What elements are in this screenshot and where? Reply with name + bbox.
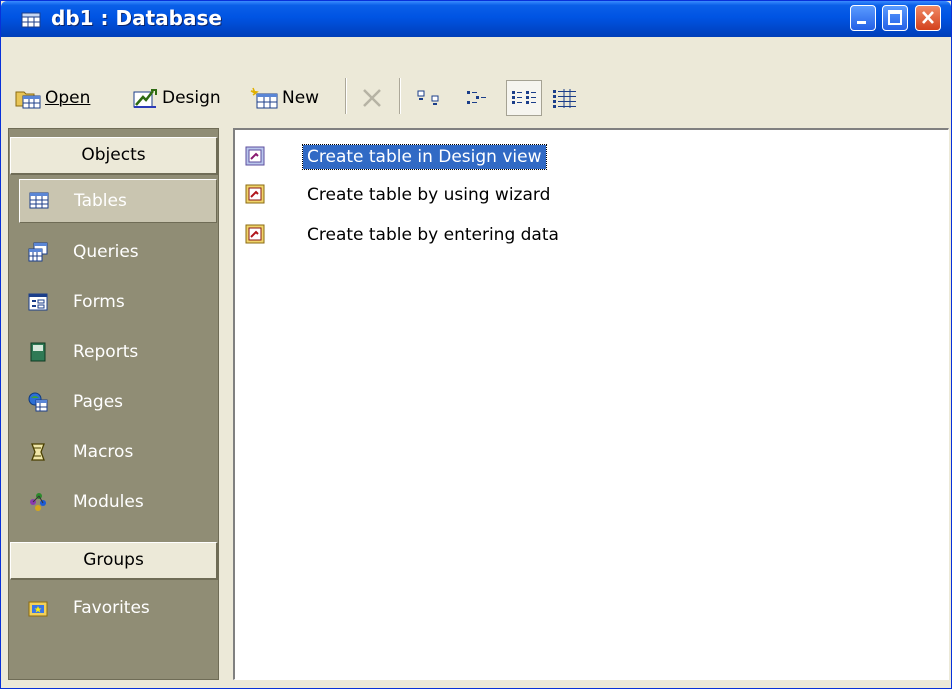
details-view-icon <box>553 89 576 108</box>
list-item-label: Create table in Design view <box>302 144 547 170</box>
sidebar-item-reports[interactable]: Reports <box>19 330 217 374</box>
list-item-create-design-view[interactable]: Create table in Design view <box>243 143 547 171</box>
list-view-icon <box>512 91 536 104</box>
wizard-shortcut-icon <box>245 184 265 204</box>
maximize-button[interactable] <box>882 5 908 31</box>
small-icons-button[interactable] <box>463 83 493 113</box>
maximize-icon <box>888 10 902 25</box>
sidebar-item-label: Reports <box>73 342 139 362</box>
delete-icon <box>363 89 381 107</box>
sidebar-item-label: Queries <box>73 242 139 262</box>
title-bar[interactable]: db1 : Database <box>1 1 951 37</box>
list-item-label: Create table by using wizard <box>307 185 551 205</box>
sidebar-item-label: Forms <box>73 292 125 312</box>
list-item-create-wizard[interactable]: Create table by using wizard <box>243 181 554 209</box>
sidebar-item-macros[interactable]: Macros <box>19 430 217 474</box>
favorites-folder-icon <box>28 601 48 617</box>
sidebar-item-pages[interactable]: Pages <box>19 380 217 424</box>
database-icon <box>21 12 41 28</box>
new-button[interactable]: New <box>249 83 319 113</box>
list-view-button[interactable] <box>506 80 542 116</box>
query-icon <box>28 242 48 262</box>
large-icons-button[interactable] <box>415 83 445 113</box>
open-button[interactable]: Open <box>14 83 90 113</box>
window-title: db1 : Database <box>51 6 222 30</box>
close-icon <box>922 11 934 24</box>
objects-header-label: Objects <box>81 145 146 165</box>
minimize-icon <box>857 21 866 24</box>
wizard-shortcut-icon <box>245 224 265 244</box>
list-item-label: Create table by entering data <box>307 225 559 245</box>
small-icons-icon <box>467 91 486 104</box>
objects-bar: Objects Tables Queries Forms Reports Pag… <box>8 128 219 680</box>
new-label: New <box>282 88 320 108</box>
database-window: db1 : Database Open Design New Objects T… <box>0 0 952 689</box>
form-icon <box>28 293 48 311</box>
sidebar-item-label: Tables <box>74 191 127 211</box>
toolbar-separator <box>399 78 401 114</box>
sidebar-item-queries[interactable]: Queries <box>19 230 217 274</box>
design-label: Design <box>162 88 221 108</box>
close-button[interactable] <box>915 5 941 31</box>
sidebar-item-favorites[interactable]: Favorites <box>19 586 217 630</box>
new-table-icon <box>250 87 278 109</box>
details-view-button[interactable] <box>549 83 581 113</box>
sidebar-item-label: Macros <box>73 442 134 462</box>
sidebar-item-label: Pages <box>73 392 124 412</box>
sidebar-item-tables[interactable]: Tables <box>19 179 217 223</box>
toolbar-separator <box>345 78 347 114</box>
objects-group-button[interactable]: Objects <box>10 137 218 175</box>
table-icon <box>29 192 49 209</box>
minimize-button[interactable] <box>850 5 876 31</box>
page-icon <box>28 392 48 412</box>
report-icon <box>30 342 46 362</box>
sidebar-item-modules[interactable]: Modules <box>19 480 217 524</box>
sidebar-item-forms[interactable]: Forms <box>19 280 217 324</box>
wizard-shortcut-icon <box>245 146 265 166</box>
sidebar-item-label: Modules <box>73 492 144 512</box>
groups-header-label: Groups <box>83 550 144 570</box>
object-list: Create table in Design view Create table… <box>233 128 949 680</box>
sidebar-item-label: Favorites <box>73 598 150 618</box>
macro-icon <box>31 443 45 461</box>
module-icon <box>30 493 46 511</box>
design-view-icon <box>133 89 157 108</box>
large-icons-icon <box>417 90 439 105</box>
open-table-icon <box>15 91 41 109</box>
design-button[interactable]: Design <box>131 83 221 113</box>
list-item-create-entering-data[interactable]: Create table by entering data <box>243 221 563 249</box>
open-label: Open <box>45 88 91 108</box>
delete-button[interactable] <box>359 83 385 113</box>
groups-group-button[interactable]: Groups <box>10 542 218 580</box>
